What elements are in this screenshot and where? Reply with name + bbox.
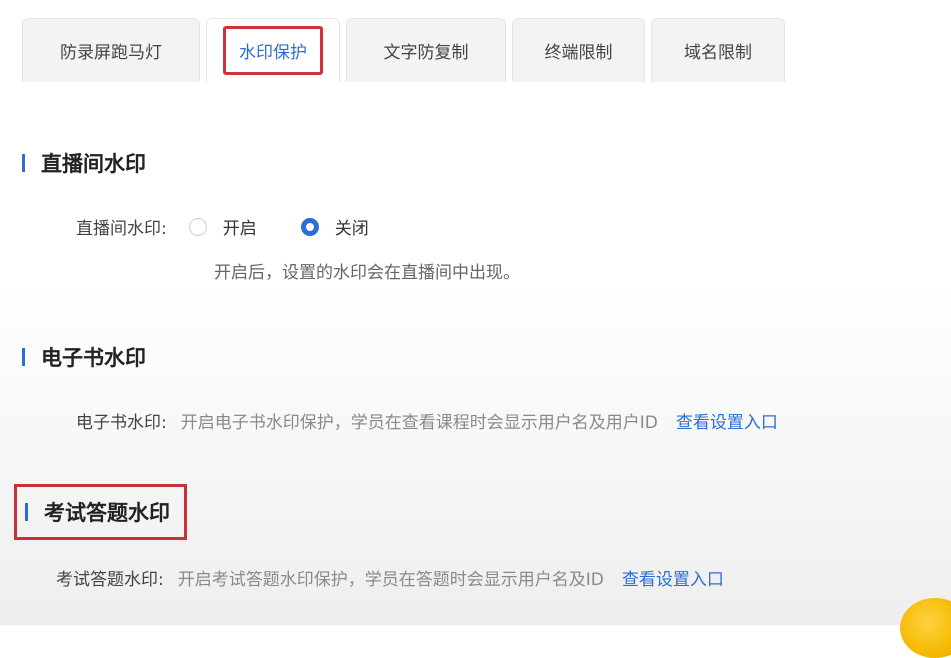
section-accent-bar — [25, 503, 28, 521]
tab-domain-limit[interactable]: 域名限制 — [651, 18, 785, 82]
section-title-live-watermark: 直播间水印 — [22, 148, 146, 178]
tab-watermark-protection[interactable]: 水印保护 — [206, 18, 340, 82]
exam-watermark-label: 考试答题水印: — [56, 570, 164, 590]
ebook-watermark-label: 电子书水印: — [76, 413, 167, 433]
tab-bar: 防录屏跑马灯 水印保护 文字防复制 终端限制 域名限制 — [22, 18, 785, 82]
tab-terminal-limit[interactable]: 终端限制 — [512, 18, 645, 82]
radio-option-label: 开启 — [222, 219, 257, 239]
section-title-ebook-watermark: 电子书水印 — [22, 342, 146, 372]
radio-option-on[interactable]: 开启 — [188, 214, 257, 239]
ebook-watermark-row: 电子书水印: 开启电子书水印保护，学员在查看课程时会显示用户名及用户ID 查看设… — [76, 408, 778, 433]
section-title-text: 考试答题水印 — [44, 501, 170, 525]
exam-watermark-description: 开启考试答题水印保护，学员在答题时会显示用户名及ID — [177, 570, 604, 590]
live-watermark-row: 直播间水印: 开启 关闭 — [76, 214, 369, 239]
live-watermark-hint: 开启后，设置的水印会在直播间中出现。 — [214, 263, 520, 283]
radio-option-off[interactable]: 关闭 — [300, 214, 369, 239]
section-title-text: 电子书水印 — [41, 346, 146, 370]
exam-watermark-row: 考试答题水印: 开启考试答题水印保护，学员在答题时会显示用户名及ID 查看设置入… — [56, 565, 724, 590]
tab-text-anti-copy[interactable]: 文字防复制 — [346, 18, 506, 82]
tab-anti-recording-marquee[interactable]: 防录屏跑马灯 — [22, 18, 200, 82]
section-accent-bar — [22, 154, 25, 172]
section-title-exam-watermark: 考试答题水印 — [14, 484, 187, 540]
ebook-watermark-description: 开启电子书水印保护，学员在查看课程时会显示用户名及用户ID — [180, 413, 658, 433]
section-title-text: 直播间水印 — [41, 152, 146, 176]
exam-settings-link[interactable]: 查看设置入口 — [622, 565, 724, 590]
tab-label: 水印保护 — [223, 26, 323, 75]
ebook-settings-link[interactable]: 查看设置入口 — [676, 408, 778, 433]
tab-label: 域名限制 — [684, 43, 752, 63]
section-accent-bar — [22, 348, 25, 366]
tab-label: 终端限制 — [544, 43, 613, 63]
radio-checked-icon[interactable] — [300, 217, 319, 236]
tab-label: 文字防复制 — [383, 43, 469, 63]
radio-option-label: 关闭 — [334, 219, 369, 239]
radio-unchecked-icon[interactable] — [188, 217, 207, 236]
tab-label: 防录屏跑马灯 — [60, 43, 162, 63]
live-watermark-label: 直播间水印: — [76, 219, 167, 239]
